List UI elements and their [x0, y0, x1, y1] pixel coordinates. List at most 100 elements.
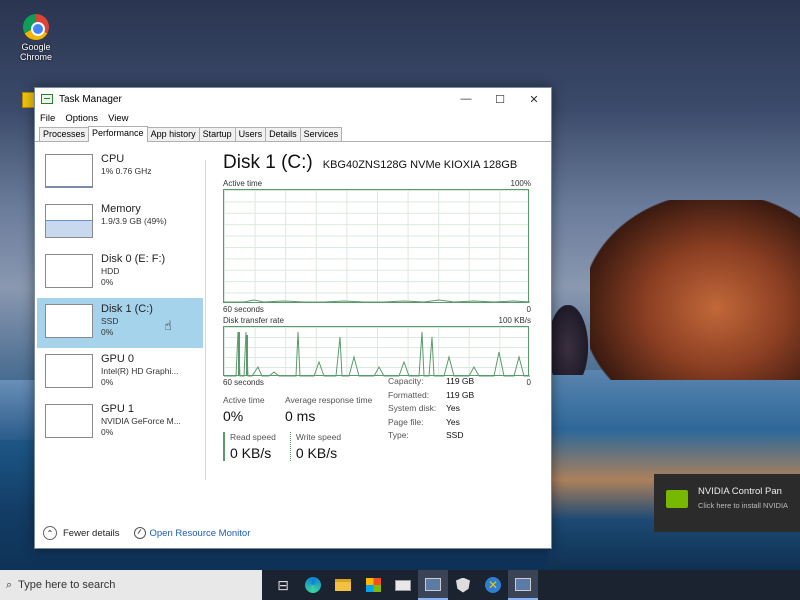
chevron-up-icon[interactable]: ⌃	[43, 526, 57, 540]
hand-cursor-icon: ☝	[164, 318, 172, 333]
memory-thumbnail	[45, 204, 93, 238]
sidebar-item-usage: 0%	[101, 377, 114, 387]
read-speed-block: Read speed 0 KB/s	[223, 432, 276, 461]
menu-view[interactable]: View	[108, 113, 128, 124]
task-view-icon[interactable]: ⊟	[268, 570, 298, 600]
fewer-details-link[interactable]: Fewer details	[63, 528, 120, 539]
file-explorer-taskbar-button[interactable]	[328, 570, 358, 600]
taskbar: ⌕ Type here to search ⊟ ✕	[0, 570, 800, 600]
shield-icon	[456, 577, 470, 593]
sidebar-item-gpu0[interactable]: GPU 0 Intel(R) HD Graphi... 0%	[37, 348, 203, 398]
task-manager-window: Task Manager — ☐ ✕ File Options View Pro…	[34, 87, 552, 549]
tab-services[interactable]: Services	[299, 127, 343, 141]
tab-details[interactable]: Details	[265, 127, 301, 141]
sidebar-item-gpu1[interactable]: GPU 1 NVIDIA GeForce M... 0%	[37, 398, 203, 448]
task-manager-icon	[515, 577, 531, 591]
search-icon: ⌕	[6, 578, 13, 591]
wallpaper-rock	[590, 200, 800, 380]
notification-subtitle: Click here to install NVIDIA	[698, 501, 789, 510]
active-time-line	[224, 299, 530, 303]
response-time-label: Average response time	[285, 395, 373, 405]
sidebar-item-name: GPU 1	[101, 403, 135, 415]
tab-processes[interactable]: Processes	[39, 127, 90, 141]
mail-taskbar-button[interactable]	[388, 570, 418, 600]
sidebar-item-detail: Intel(R) HD Graphi...	[101, 366, 179, 376]
notification-title: NVIDIA Control Pan	[698, 486, 782, 497]
property-key: System disk:	[388, 403, 437, 413]
task-manager-icon	[41, 94, 53, 104]
active-time-graph[interactable]	[223, 189, 530, 303]
active-time-value: 0%	[223, 408, 244, 424]
transfer-rate-graph-label: Disk transfer rate	[223, 316, 284, 325]
disk-title: Disk 1 (C:)	[223, 152, 313, 173]
desktop-icon-chrome[interactable]: Google Chrome	[10, 14, 62, 62]
nvidia-icon	[666, 490, 688, 508]
sidebar-item-detail: 1.9/3.9 GB (49%)	[101, 216, 167, 226]
folder-icon	[335, 579, 351, 591]
open-resource-monitor-link[interactable]: Open Resource Monitor	[150, 528, 251, 539]
sidebar-item-usage: 0%	[101, 327, 114, 337]
taskbar-search-box[interactable]: ⌕ Type here to search	[0, 570, 262, 600]
sidebar-item-usage: 0%	[101, 427, 114, 437]
property-value: 119 GB	[446, 389, 475, 400]
sidebar-item-name: Memory	[101, 203, 141, 215]
tab-app-history[interactable]: App history	[146, 127, 200, 141]
menu-options[interactable]: Options	[65, 113, 98, 124]
active-time-graph-max: 100%	[510, 179, 531, 188]
x-app-icon: ✕	[485, 577, 501, 593]
property-value: 119 GB	[446, 376, 475, 386]
transfer-rate-graph-duration: 60 seconds	[223, 378, 264, 387]
photos-taskbar-button[interactable]	[418, 570, 448, 600]
tab-performance[interactable]: Performance	[88, 126, 148, 142]
read-speed-value: 0 KB/s	[230, 445, 272, 461]
desktop-icon-label: Google Chrome	[19, 42, 52, 62]
window-title: Task Manager	[59, 93, 122, 105]
maximize-button[interactable]: ☐	[483, 93, 517, 106]
edge-taskbar-button[interactable]	[298, 570, 328, 600]
sidebar-item-usage: 0%	[101, 277, 114, 287]
minimize-button[interactable]: —	[449, 93, 483, 105]
close-button[interactable]: ✕	[517, 93, 551, 106]
sidebar-item-cpu[interactable]: CPU 1% 0.76 GHz	[37, 148, 203, 198]
sidebar-item-detail: 1% 0.76 GHz	[101, 166, 152, 176]
write-speed-value: 0 KB/s	[295, 445, 338, 461]
sidebar-item-disk0[interactable]: Disk 0 (E: F:) HDD 0%	[37, 248, 203, 298]
transfer-rate-graph-max: 100 KB/s	[498, 316, 531, 325]
tab-users[interactable]: Users	[234, 127, 267, 141]
edge-icon	[305, 577, 321, 593]
disk0-thumbnail	[45, 254, 93, 288]
active-time-graph-duration: 60 seconds	[223, 305, 264, 314]
sidebar-item-memory[interactable]: Memory 1.9/3.9 GB (49%)	[37, 198, 203, 248]
disk-properties: Capacity: 119 GB Formatted: 119 GB System …	[388, 376, 474, 444]
sidebar-item-disk1[interactable]: Disk 1 (C:) SSD 0% ☝	[37, 298, 203, 348]
response-time-value: 0 ms	[285, 408, 316, 424]
store-taskbar-button[interactable]	[358, 570, 388, 600]
tab-startup[interactable]: Startup	[198, 127, 236, 141]
resource-sidebar: CPU 1% 0.76 GHz Memory 1.9/3.9 GB (49%) …	[37, 148, 203, 448]
disk1-thumbnail	[45, 304, 93, 338]
transfer-rate-lines	[224, 331, 530, 377]
cpu-thumbnail-fill	[46, 186, 92, 187]
app-taskbar-button[interactable]: ✕	[478, 570, 508, 600]
sidebar-divider	[205, 160, 206, 480]
sidebar-item-detail: NVIDIA GeForce M...	[101, 416, 181, 426]
tab-bar: Processes Performance App history Startu…	[35, 126, 551, 142]
write-speed-block: Write speed 0 KB/s	[289, 432, 341, 461]
sidebar-item-name: CPU	[101, 153, 125, 165]
gpu0-thumbnail	[45, 354, 93, 388]
sidebar-item-detail: HDD	[101, 266, 120, 276]
sidebar-item-name: Disk 0 (E: F:)	[101, 253, 166, 265]
nvidia-notification[interactable]: NVIDIA Control Pan Click here to install…	[654, 474, 800, 532]
window-footer: ⌃ Fewer details Open Resource Monitor	[35, 518, 551, 548]
transfer-rate-graph[interactable]	[223, 326, 530, 377]
task-manager-taskbar-button[interactable]	[508, 570, 538, 600]
security-taskbar-button[interactable]	[448, 570, 478, 600]
property-value: Yes	[446, 403, 460, 413]
disk-model: KBG40ZNS128G NVMe KIOXIA 128GB	[322, 159, 518, 171]
property-value: Yes	[446, 416, 460, 427]
performance-content: CPU 1% 0.76 GHz Memory 1.9/3.9 GB (49%) …	[35, 144, 551, 518]
active-time-label: Active time	[223, 395, 265, 405]
title-bar[interactable]: Task Manager — ☐ ✕	[35, 88, 551, 110]
resource-monitor-icon[interactable]	[133, 527, 146, 539]
menu-file[interactable]: File	[40, 113, 55, 124]
